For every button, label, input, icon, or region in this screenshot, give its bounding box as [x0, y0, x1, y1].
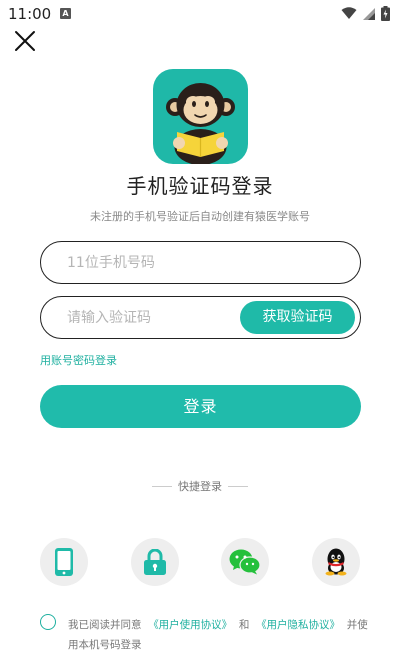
qq-icon: [325, 548, 347, 576]
battery-icon: [381, 6, 390, 21]
code-field[interactable]: 获取验证码: [40, 296, 361, 339]
lock-icon: [144, 549, 166, 575]
phone-field[interactable]: [40, 241, 361, 284]
agreement-and: 和: [238, 619, 250, 631]
password-login-link[interactable]: 用账号密码登录: [40, 352, 117, 368]
notification-icon: A: [60, 8, 71, 19]
get-code-button[interactable]: 获取验证码: [240, 301, 355, 334]
status-time: 11:00: [8, 5, 52, 23]
status-icons: [341, 6, 390, 21]
agreement-checkbox[interactable]: [40, 614, 56, 630]
monkey-logo-icon: [166, 83, 235, 164]
page-title: 手机验证码登录: [126, 174, 274, 198]
privacy-policy-link[interactable]: 《用户隐私协议》: [256, 619, 340, 631]
quick-login-divider: 快捷登录: [0, 478, 400, 494]
agreement-prefix: 我已阅读并同意: [68, 619, 142, 631]
close-icon: [15, 31, 35, 51]
signal-icon: [363, 7, 375, 20]
wechat-icon: [229, 549, 261, 575]
quick-login-password-button[interactable]: [131, 538, 179, 586]
page-subtitle: 未注册的手机号验证后自动创建有猿医学账号: [90, 210, 310, 223]
quick-login-qq-button[interactable]: [312, 538, 360, 586]
status-bar: 11:00 A: [0, 0, 400, 28]
quick-login-phone-button[interactable]: [40, 538, 88, 586]
divider-line-right: [228, 485, 248, 487]
divider-line-left: [152, 485, 172, 487]
wifi-icon: [341, 7, 357, 19]
quick-login-label: 快捷登录: [178, 480, 222, 493]
quick-login-wechat-button[interactable]: [221, 538, 269, 586]
login-button[interactable]: 登录: [40, 385, 361, 428]
agreement-text: 我已阅读并同意 《用户使用协议》 和 《用户隐私协议》 并使用本机号码登录: [68, 615, 368, 655]
phone-icon: [55, 548, 73, 576]
verification-code-input[interactable]: [67, 297, 247, 338]
phone-input[interactable]: [67, 242, 247, 283]
close-button[interactable]: [12, 28, 38, 54]
user-agreement-link[interactable]: 《用户使用协议》: [148, 619, 232, 631]
app-logo: [153, 69, 248, 164]
